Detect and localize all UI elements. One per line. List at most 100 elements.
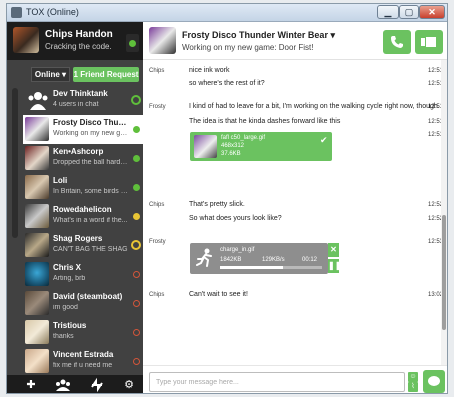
contact-status: CAN'T BAG THE SHAG bbox=[53, 246, 128, 253]
friend-name[interactable]: Frosty Disco Thunder Winter Bear ▾ bbox=[182, 30, 335, 41]
friend-request-button[interactable]: 1 Friend Request bbox=[73, 67, 139, 82]
speech-bubble-icon bbox=[428, 376, 440, 386]
contact-item[interactable]: Vincent Estrada fix me if u need me bbox=[23, 347, 143, 376]
contact-name: Rowedahelicon bbox=[53, 205, 112, 214]
contact-item[interactable]: Tristious thanks bbox=[23, 318, 143, 347]
file-transfers-icon[interactable] bbox=[87, 377, 107, 393]
message-input[interactable] bbox=[149, 372, 405, 392]
pause-transfer-button[interactable]: ❚❚ bbox=[328, 259, 341, 273]
emoticon-button[interactable]: ☺ bbox=[408, 372, 418, 382]
message-author: Frosty bbox=[149, 104, 166, 110]
message-author: Chips bbox=[149, 202, 165, 208]
contact-avatar bbox=[25, 233, 49, 257]
composer: ☺ ⌇ bbox=[143, 365, 447, 393]
maximize-button[interactable]: ▢ bbox=[399, 5, 419, 19]
contact-item[interactable]: Chris X Arting, brb bbox=[23, 260, 143, 289]
contact-filter-dropdown[interactable]: Online ▾ bbox=[31, 67, 70, 82]
sidebar: Chips Handon Cracking the code. Online ▾… bbox=[7, 22, 143, 393]
chat-scrollbar[interactable] bbox=[441, 60, 447, 365]
self-name[interactable]: Chips Handon bbox=[45, 29, 113, 40]
contact-name: David (steamboat) bbox=[53, 292, 123, 301]
self-profile[interactable]: Chips Handon Cracking the code. bbox=[7, 22, 143, 60]
self-avatar[interactable] bbox=[13, 27, 39, 53]
scrollbar-thumb[interactable] bbox=[442, 215, 446, 330]
app-window: TOX (Online) ▁ ▢ ✕ Chips Handon Cracking… bbox=[6, 3, 448, 394]
contact-item[interactable]: Shag Rogers CAN'T BAG THE SHAG bbox=[23, 231, 143, 260]
contact-avatar bbox=[25, 117, 49, 141]
scrollbar-thumb[interactable] bbox=[12, 88, 18, 238]
file-size: 37.6KB bbox=[221, 151, 241, 157]
transfer-progress-bar bbox=[220, 266, 322, 269]
contact-status: Working on my new game: Door Fist! bbox=[53, 130, 131, 137]
message-text: so where's the rest of it? bbox=[189, 80, 265, 87]
self-status-message[interactable]: Cracking the code. bbox=[45, 42, 112, 51]
contact-avatar bbox=[25, 146, 49, 170]
group-status-icon bbox=[131, 95, 141, 105]
contact-name: Ken•Ashcorp bbox=[53, 147, 104, 156]
tox-app-icon bbox=[11, 7, 22, 18]
contact-name: Frosty Disco Thunder Winter Bear bbox=[53, 118, 129, 127]
file-name: fafl c50_large.gif bbox=[221, 135, 266, 141]
contact-status: fix me if u need me bbox=[53, 362, 113, 369]
online-status-dot bbox=[133, 155, 140, 162]
contact-item[interactable]: Dev Thinktank 4 users in chat bbox=[23, 86, 143, 115]
online-status-dot bbox=[129, 40, 136, 47]
offline-status-dot bbox=[133, 300, 140, 307]
contact-list: Dev Thinktank 4 users in chat Frosty Dis… bbox=[23, 86, 143, 376]
offline-status-dot bbox=[133, 358, 140, 365]
audio-call-button[interactable] bbox=[383, 30, 411, 54]
attach-file-button[interactable]: ⌇ bbox=[408, 382, 418, 392]
contact-name: Vincent Estrada bbox=[53, 350, 114, 359]
away-status-dot bbox=[131, 240, 141, 250]
group-chat-icon bbox=[28, 92, 48, 110]
contact-name: Tristious bbox=[53, 321, 87, 330]
contact-name: Loli bbox=[53, 176, 68, 185]
message-text: That's pretty slick. bbox=[189, 201, 245, 208]
title-bar[interactable]: TOX (Online) ▁ ▢ ✕ bbox=[7, 4, 447, 22]
contact-status: Dropped the ball harder than ever bbox=[53, 159, 131, 166]
contact-item[interactable]: Rowedahelicon What's in a word if the... bbox=[23, 202, 143, 231]
file-transfer-in-progress[interactable]: charge_in.gif 1842KB 129KB/s 00:12 bbox=[190, 243, 328, 274]
contact-item-selected[interactable]: Frosty Disco Thunder Winter Bear Working… bbox=[23, 115, 143, 144]
file-transfer-complete[interactable]: fafl c50_large.gif 468x312 37.6KB ✔ bbox=[190, 132, 332, 161]
window-title: TOX (Online) bbox=[26, 7, 79, 17]
message-author: Chips bbox=[149, 68, 165, 74]
chat-panel: Frosty Disco Thunder Winter Bear ▾ Worki… bbox=[143, 22, 447, 393]
close-button[interactable]: ✕ bbox=[419, 5, 445, 19]
contact-status: In Britain, some birds are called... bbox=[53, 188, 131, 195]
running-figure-icon bbox=[196, 248, 212, 267]
video-call-button[interactable] bbox=[415, 30, 443, 54]
transfer-progress-fill bbox=[220, 266, 284, 269]
self-status-selector[interactable] bbox=[126, 34, 139, 52]
contact-item[interactable]: Ken•Ashcorp Dropped the ball harder than… bbox=[23, 144, 143, 173]
transfer-eta: 00:12 bbox=[302, 257, 318, 263]
message-log: Chips nice ink work 12:51 so where's the… bbox=[143, 60, 447, 365]
contact-name: Shag Rogers bbox=[53, 234, 103, 243]
chat-header: Frosty Disco Thunder Winter Bear ▾ Worki… bbox=[143, 22, 447, 60]
file-size: 1842KB bbox=[220, 257, 242, 263]
offline-status-dot bbox=[133, 329, 140, 336]
message-text: Can't wait to see it! bbox=[189, 291, 248, 298]
send-button[interactable] bbox=[423, 370, 445, 393]
cancel-transfer-button[interactable]: ✕ bbox=[328, 243, 339, 257]
contact-name: Dev Thinktank bbox=[53, 89, 108, 98]
away-status-dot bbox=[133, 213, 140, 220]
minimize-button[interactable]: ▁ bbox=[377, 5, 399, 19]
friend-avatar[interactable] bbox=[149, 27, 176, 54]
contact-status: 4 users in chat bbox=[53, 101, 99, 108]
settings-gear-icon[interactable]: ⚙ bbox=[119, 377, 139, 393]
contact-avatar bbox=[25, 262, 49, 286]
sidebar-footer: ✚ ⚙ bbox=[7, 375, 143, 393]
add-friend-icon[interactable]: ✚ bbox=[21, 377, 41, 393]
contact-name: Chris X bbox=[53, 263, 82, 272]
contact-status: im good bbox=[53, 304, 78, 311]
file-thumbnail[interactable] bbox=[194, 135, 217, 158]
contact-status: Arting, brb bbox=[53, 275, 86, 282]
contact-status: What's in a word if the... bbox=[53, 217, 128, 224]
contact-list-scrollbar[interactable] bbox=[7, 86, 23, 375]
contact-item[interactable]: Loli In Britain, some birds are called..… bbox=[23, 173, 143, 202]
message-text: So what does yours look like? bbox=[189, 215, 282, 222]
checkmark-icon: ✔ bbox=[320, 135, 328, 145]
create-group-icon[interactable] bbox=[53, 377, 73, 393]
contact-item[interactable]: David (steamboat) im good bbox=[23, 289, 143, 318]
